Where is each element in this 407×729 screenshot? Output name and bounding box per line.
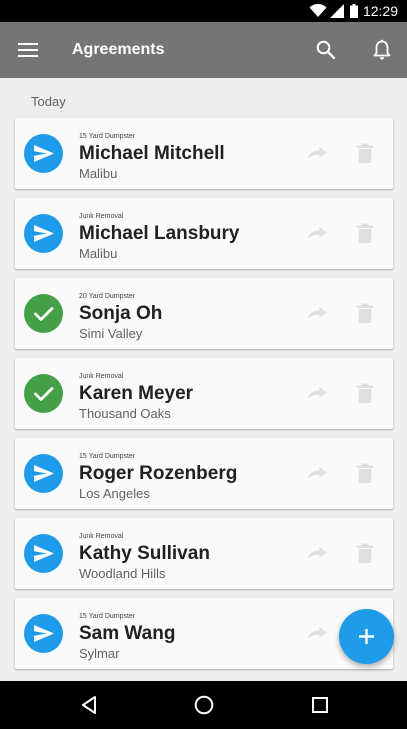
send-icon: [34, 625, 54, 642]
customer-name: Sonja Oh: [79, 303, 163, 324]
status-avatar: [24, 454, 63, 493]
status-avatar: [24, 534, 63, 573]
search-icon[interactable]: [314, 38, 338, 62]
forward-icon[interactable]: [305, 303, 329, 323]
add-agreement-button[interactable]: [339, 609, 394, 664]
send-icon: [34, 225, 54, 242]
service-type: 15 Yard Dumpster: [79, 613, 136, 620]
delete-icon[interactable]: [355, 142, 375, 164]
status-avatar: [24, 614, 63, 653]
service-type: 15 Yard Dumpster: [79, 453, 136, 460]
customer-city: Thousand Oaks: [79, 406, 171, 421]
customer-name: Michael Mitchell: [79, 143, 225, 164]
status-time: 12:29: [362, 3, 398, 19]
customer-city: Sylmar: [79, 646, 120, 661]
check-icon: [34, 387, 54, 401]
status-avatar: [24, 134, 63, 173]
wifi-icon: [309, 4, 327, 17]
delete-icon[interactable]: [355, 302, 375, 324]
forward-icon[interactable]: [305, 143, 329, 163]
forward-icon[interactable]: [305, 623, 329, 643]
recents-icon[interactable]: [309, 694, 331, 716]
customer-name: Karen Meyer: [79, 383, 194, 404]
delete-icon[interactable]: [355, 382, 375, 404]
menu-icon[interactable]: [17, 39, 39, 61]
agreement-card[interactable]: Junk Removal Kathy Sullivan Woodland Hil…: [15, 518, 393, 589]
service-type: Junk Removal: [79, 373, 124, 380]
customer-city: Simi Valley: [79, 326, 143, 341]
customer-name: Kathy Sullivan: [79, 543, 210, 564]
plus-icon: [359, 629, 374, 644]
service-type: 15 Yard Dumpster: [79, 133, 136, 140]
check-icon: [34, 307, 54, 321]
app-bar: Agreements: [0, 22, 407, 78]
battery-icon: [350, 4, 358, 18]
customer-city: Woodland Hills: [79, 566, 166, 581]
customer-city: Los Angeles: [79, 486, 150, 501]
service-type: Junk Removal: [79, 533, 124, 540]
status-avatar: [24, 214, 63, 253]
page-title: Agreements: [72, 41, 165, 58]
service-type: Junk Removal: [79, 213, 124, 220]
status-bar: 12:29: [0, 0, 407, 22]
signal-icon: [330, 4, 344, 18]
notifications-icon[interactable]: [370, 38, 394, 62]
customer-name: Michael Lansbury: [79, 223, 240, 244]
status-avatar: [24, 294, 63, 333]
home-icon[interactable]: [193, 694, 215, 716]
delete-icon[interactable]: [355, 462, 375, 484]
forward-icon[interactable]: [305, 223, 329, 243]
send-icon: [34, 145, 54, 162]
agreement-card[interactable]: 20 Yard Dumpster Sonja Oh Simi Valley: [15, 278, 393, 349]
service-type: 20 Yard Dumpster: [79, 293, 136, 300]
status-avatar: [24, 374, 63, 413]
agreement-card[interactable]: Junk Removal Karen Meyer Thousand Oaks: [15, 358, 393, 429]
customer-name: Sam Wang: [79, 623, 176, 644]
send-icon: [34, 465, 54, 482]
agreement-card[interactable]: 15 Yard Dumpster Roger Rozenberg Los Ang…: [15, 438, 393, 509]
forward-icon[interactable]: [305, 543, 329, 563]
delete-icon[interactable]: [355, 222, 375, 244]
customer-name: Roger Rozenberg: [79, 463, 238, 484]
back-icon[interactable]: [79, 694, 101, 716]
agreement-card[interactable]: 15 Yard Dumpster Sam Wang Sylmar: [15, 598, 393, 669]
forward-icon[interactable]: [305, 383, 329, 403]
section-header-today: Today: [31, 94, 66, 109]
send-icon: [34, 545, 54, 562]
agreement-card[interactable]: Junk Removal Michael Lansbury Malibu: [15, 198, 393, 269]
customer-city: Malibu: [79, 166, 118, 181]
navigation-bar: [0, 681, 407, 729]
agreement-card[interactable]: 15 Yard Dumpster Michael Mitchell Malibu: [15, 118, 393, 189]
forward-icon[interactable]: [305, 463, 329, 483]
customer-city: Malibu: [79, 246, 118, 261]
delete-icon[interactable]: [355, 542, 375, 564]
